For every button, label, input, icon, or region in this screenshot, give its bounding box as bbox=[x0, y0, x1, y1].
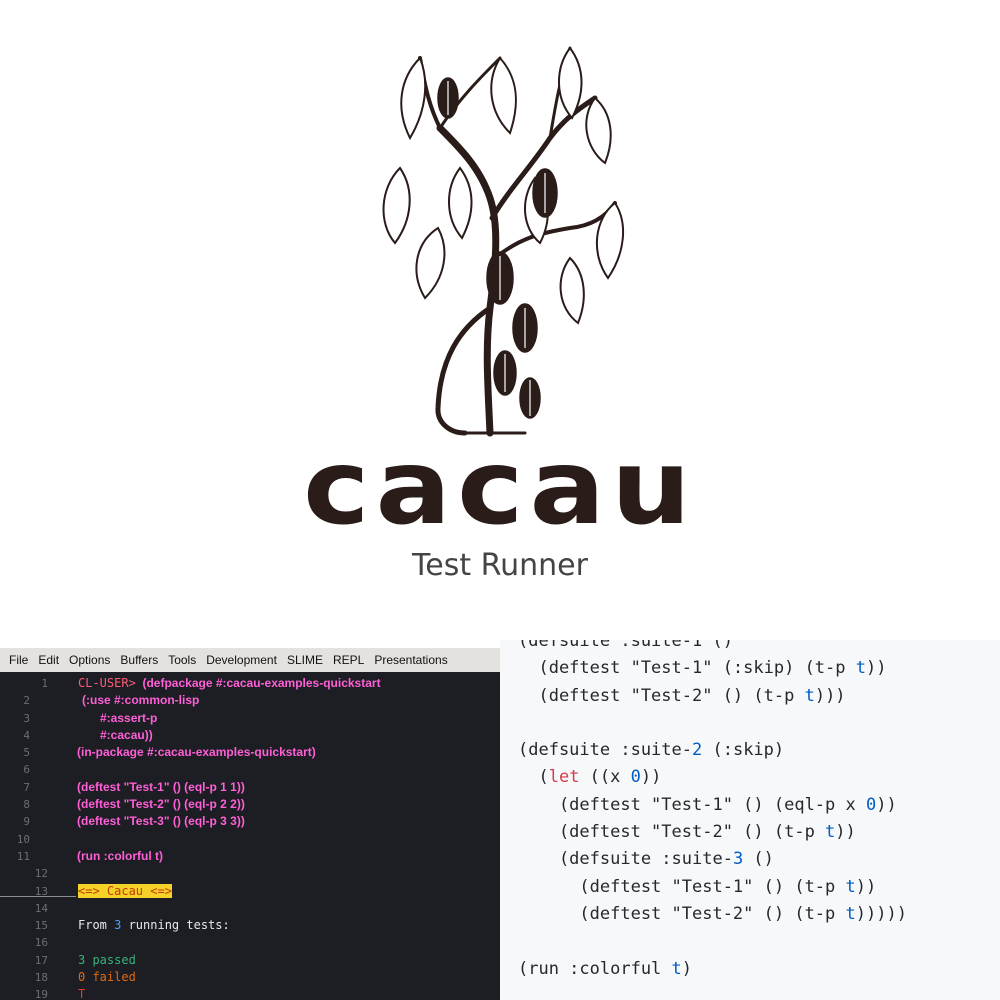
code-line: 7 (deftest "Test-1" () (eql-p 1 1)) bbox=[23, 779, 245, 794]
code-snippet-panel: (defsuite :suite-1 () (deftest "Test-1" … bbox=[500, 640, 1000, 1000]
output-line: 17 3 passed bbox=[0, 952, 500, 969]
menu-edit[interactable]: Edit bbox=[33, 653, 64, 667]
cacau-banner: <=> Cacau <=> bbox=[78, 883, 172, 898]
menu-development[interactable]: Development bbox=[201, 653, 282, 667]
cacao-tree-illustration bbox=[382, 46, 625, 437]
output-line: 15 From 3 running tests: bbox=[34, 918, 230, 933]
output-line: 13 <=> Cacau <=> bbox=[34, 883, 172, 898]
output-line: 18 0 failed bbox=[0, 969, 500, 986]
output-line: 12 bbox=[34, 867, 48, 881]
snippet-line bbox=[518, 928, 907, 955]
snippet-line: (defsuite :suite-2 (:skip) bbox=[518, 740, 785, 761]
return-value: T bbox=[78, 987, 86, 1000]
failed-count: 0 failed bbox=[78, 970, 136, 985]
menu-bar: File Edit Options Buffers Tools Developm… bbox=[0, 648, 500, 672]
code-line: 8 (deftest "Test-2" () (eql-p 2 2)) bbox=[23, 797, 245, 812]
snippet-line: (deftest "Test-2" () (t-p t)) bbox=[518, 822, 856, 843]
snippet-line: (deftest "Test-1" () (t-p t)) bbox=[518, 876, 877, 897]
menu-options[interactable]: Options bbox=[64, 653, 115, 667]
repl-prompt: CL-USER> bbox=[78, 676, 136, 690]
repl-buffer[interactable]: 1 CL-USER> (defpackage #:cacau-examples-q… bbox=[0, 672, 500, 1000]
menu-tools[interactable]: Tools bbox=[163, 653, 201, 667]
snippet-line: (deftest "Test-2" () (t-p t))) bbox=[518, 685, 846, 706]
menu-file[interactable]: File bbox=[4, 653, 33, 667]
menu-presentations[interactable]: Presentations bbox=[369, 653, 452, 667]
code-line: 6 bbox=[23, 763, 30, 777]
code-line: 2 (:use #:common-lisp bbox=[23, 693, 200, 708]
output-line: 16 bbox=[34, 936, 48, 950]
menu-repl[interactable]: REPL bbox=[328, 653, 369, 667]
code-line: 3 #:assert-p bbox=[23, 710, 158, 725]
snippet-line: (deftest "Test-2" () (t-p t))))) bbox=[518, 903, 907, 924]
snippet-line: (defsuite :suite-3 () bbox=[518, 849, 774, 870]
output-line: 14 bbox=[34, 901, 48, 915]
snippet-line: (defsuite :suite-1 () bbox=[518, 640, 733, 651]
snippet-line: (deftest "Test-1" () (eql-p x 0)) bbox=[518, 794, 897, 815]
code-line: 11 (run :colorful t) bbox=[16, 848, 163, 863]
code-line: 10 bbox=[16, 832, 30, 846]
tagline: Test Runner bbox=[412, 548, 588, 583]
brand-wordmark: cacau bbox=[303, 428, 697, 548]
snippet-line: (let ((x 0)) bbox=[518, 767, 662, 788]
snippet-line: (deftest "Test-1" (:skip) (t-p t)) bbox=[518, 658, 887, 679]
output-line: 19 T bbox=[0, 986, 500, 1000]
menu-buffers[interactable]: Buffers bbox=[115, 653, 163, 667]
cacau-logo: cacau Test Runner bbox=[0, 0, 1000, 640]
code-line: 5 (in-package #:cacau-examples-quickstart… bbox=[23, 745, 316, 760]
menu-slime[interactable]: SLIME bbox=[282, 653, 328, 667]
snippet-line bbox=[518, 710, 907, 737]
emacs-editor-window: File Edit Options Buffers Tools Developm… bbox=[0, 648, 500, 1000]
snippet-line: (run :colorful t) bbox=[518, 958, 693, 979]
code-line: 9 (deftest "Test-3" () (eql-p 3 3)) bbox=[23, 814, 245, 829]
code-line: 4 #:cacau)) bbox=[23, 727, 153, 742]
code-line: 1 CL-USER> (defpackage #:cacau-examples-q… bbox=[41, 676, 381, 690]
divider bbox=[0, 896, 76, 897]
passed-count: 3 passed bbox=[78, 952, 136, 967]
